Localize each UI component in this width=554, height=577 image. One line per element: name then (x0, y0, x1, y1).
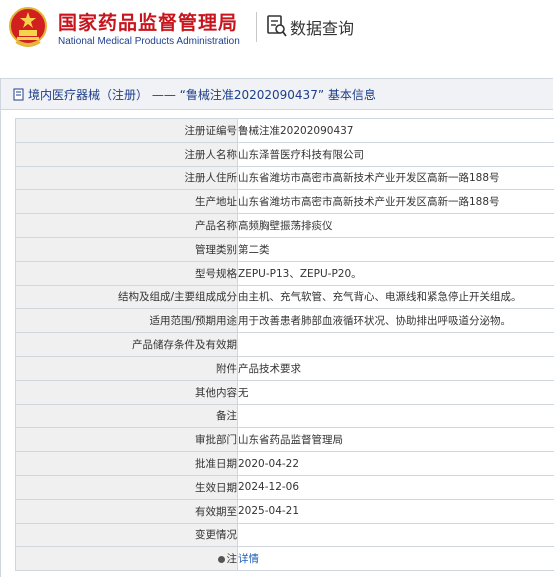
row-value (238, 404, 554, 428)
row-label: 变更情况 (16, 523, 238, 547)
row-value: 山东省潍坊市高密市高新技术产业开发区高新一路188号 (238, 166, 554, 190)
brand-name-cn: 国家药品监督管理局 (58, 8, 238, 35)
row-value: 2024-12-06 (238, 475, 554, 499)
row-label: 其他内容 (16, 380, 238, 404)
table-row: 变更情况 (16, 523, 554, 547)
row-value: 山东省潍坊市高密市高新技术产业开发区高新一路188号 (238, 190, 554, 214)
row-label: 产品名称 (16, 214, 238, 238)
detail-panel: 境内医疗器械（注册） —— “鲁械注准20202090437” 基本信息 注册证… (0, 78, 553, 577)
data-query-icon (266, 14, 288, 38)
row-value: 山东省药品监督管理局 (238, 428, 554, 452)
table-row: 型号规格ZEPU-P13、ZEPU-P20。 (16, 261, 554, 285)
row-label: 注册人住所 (16, 166, 238, 190)
info-dot-icon (218, 556, 225, 563)
row-value: 详情 (238, 547, 554, 571)
site-header: 国家药品监督管理局 National Medical Products Admi… (0, 0, 554, 62)
row-value: 高频胸壁振荡排痰仪 (238, 214, 554, 238)
table-row: 附件产品技术要求 (16, 356, 554, 380)
row-value: 无 (238, 380, 554, 404)
row-value (238, 523, 554, 547)
table-row: 注册证编号鲁械注准20202090437 (16, 119, 554, 143)
row-label: 型号规格 (16, 261, 238, 285)
row-value: ZEPU-P13、ZEPU-P20。 (238, 261, 554, 285)
row-value: 由主机、充气软管、充气背心、电源线和紧急停止开关组成。 (238, 285, 554, 309)
national-emblem-icon (8, 6, 48, 50)
table-row: 批准日期2020-04-22 (16, 452, 554, 476)
table-row: 生效日期2024-12-06 (16, 475, 554, 499)
brand-name-en: National Medical Products Administration (58, 36, 240, 47)
table-row: 注 详情 (16, 547, 554, 571)
table-row: 其他内容无 (16, 380, 554, 404)
row-label: 注册人名称 (16, 142, 238, 166)
row-label: 管理类别 (16, 237, 238, 261)
row-label: 适用范围/预期用途 (16, 309, 238, 333)
row-value: 产品技术要求 (238, 356, 554, 380)
row-label: 生产地址 (16, 190, 238, 214)
detail-link[interactable]: 详情 (238, 553, 259, 565)
row-value: 鲁械注准20202090437 (238, 119, 554, 143)
row-label: 备注 (16, 404, 238, 428)
row-label: 结构及组成/主要组成成分 (16, 285, 238, 309)
panel-title: 境内医疗器械（注册） —— “鲁械注准20202090437” 基本信息 (28, 86, 376, 103)
detail-table: 注册证编号鲁械注准20202090437注册人名称山东泽普医疗科技有限公司注册人… (15, 118, 554, 571)
panel-header: 境内医疗器械（注册） —— “鲁械注准20202090437” 基本信息 (1, 79, 553, 110)
table-row: 管理类别第二类 (16, 237, 554, 261)
table-row: 产品名称高频胸壁振荡排痰仪 (16, 214, 554, 238)
row-value: 第二类 (238, 237, 554, 261)
row-label: 批准日期 (16, 452, 238, 476)
row-label: 注册证编号 (16, 119, 238, 143)
table-row: 结构及组成/主要组成成分由主机、充气软管、充气背心、电源线和紧急停止开关组成。 (16, 285, 554, 309)
row-label: 有效期至 (16, 499, 238, 523)
table-row: 注册人名称山东泽普医疗科技有限公司 (16, 142, 554, 166)
page-title: 数据查询 (290, 15, 354, 39)
note-label: 注 (227, 553, 238, 565)
table-row: 适用范围/预期用途用于改善患者肺部血液循环状况、协助排出呼吸道分泌物。 (16, 309, 554, 333)
table-row: 产品储存条件及有效期 (16, 333, 554, 357)
row-label: 生效日期 (16, 475, 238, 499)
header-divider (256, 12, 257, 42)
row-value: 用于改善患者肺部血液循环状况、协助排出呼吸道分泌物。 (238, 309, 554, 333)
row-value: 2020-04-22 (238, 452, 554, 476)
row-value: 山东泽普医疗科技有限公司 (238, 142, 554, 166)
row-label: 产品储存条件及有效期 (16, 333, 238, 357)
row-value: 2025-04-21 (238, 499, 554, 523)
row-label: 附件 (16, 356, 238, 380)
table-row: 生产地址山东省潍坊市高密市高新技术产业开发区高新一路188号 (16, 190, 554, 214)
table-row: 审批部门山东省药品监督管理局 (16, 428, 554, 452)
table-row: 备注 (16, 404, 554, 428)
row-label: 注 (16, 547, 238, 571)
table-row: 有效期至2025-04-21 (16, 499, 554, 523)
table-row: 注册人住所山东省潍坊市高密市高新技术产业开发区高新一路188号 (16, 166, 554, 190)
document-icon (13, 88, 25, 101)
row-value (238, 333, 554, 357)
row-label: 审批部门 (16, 428, 238, 452)
